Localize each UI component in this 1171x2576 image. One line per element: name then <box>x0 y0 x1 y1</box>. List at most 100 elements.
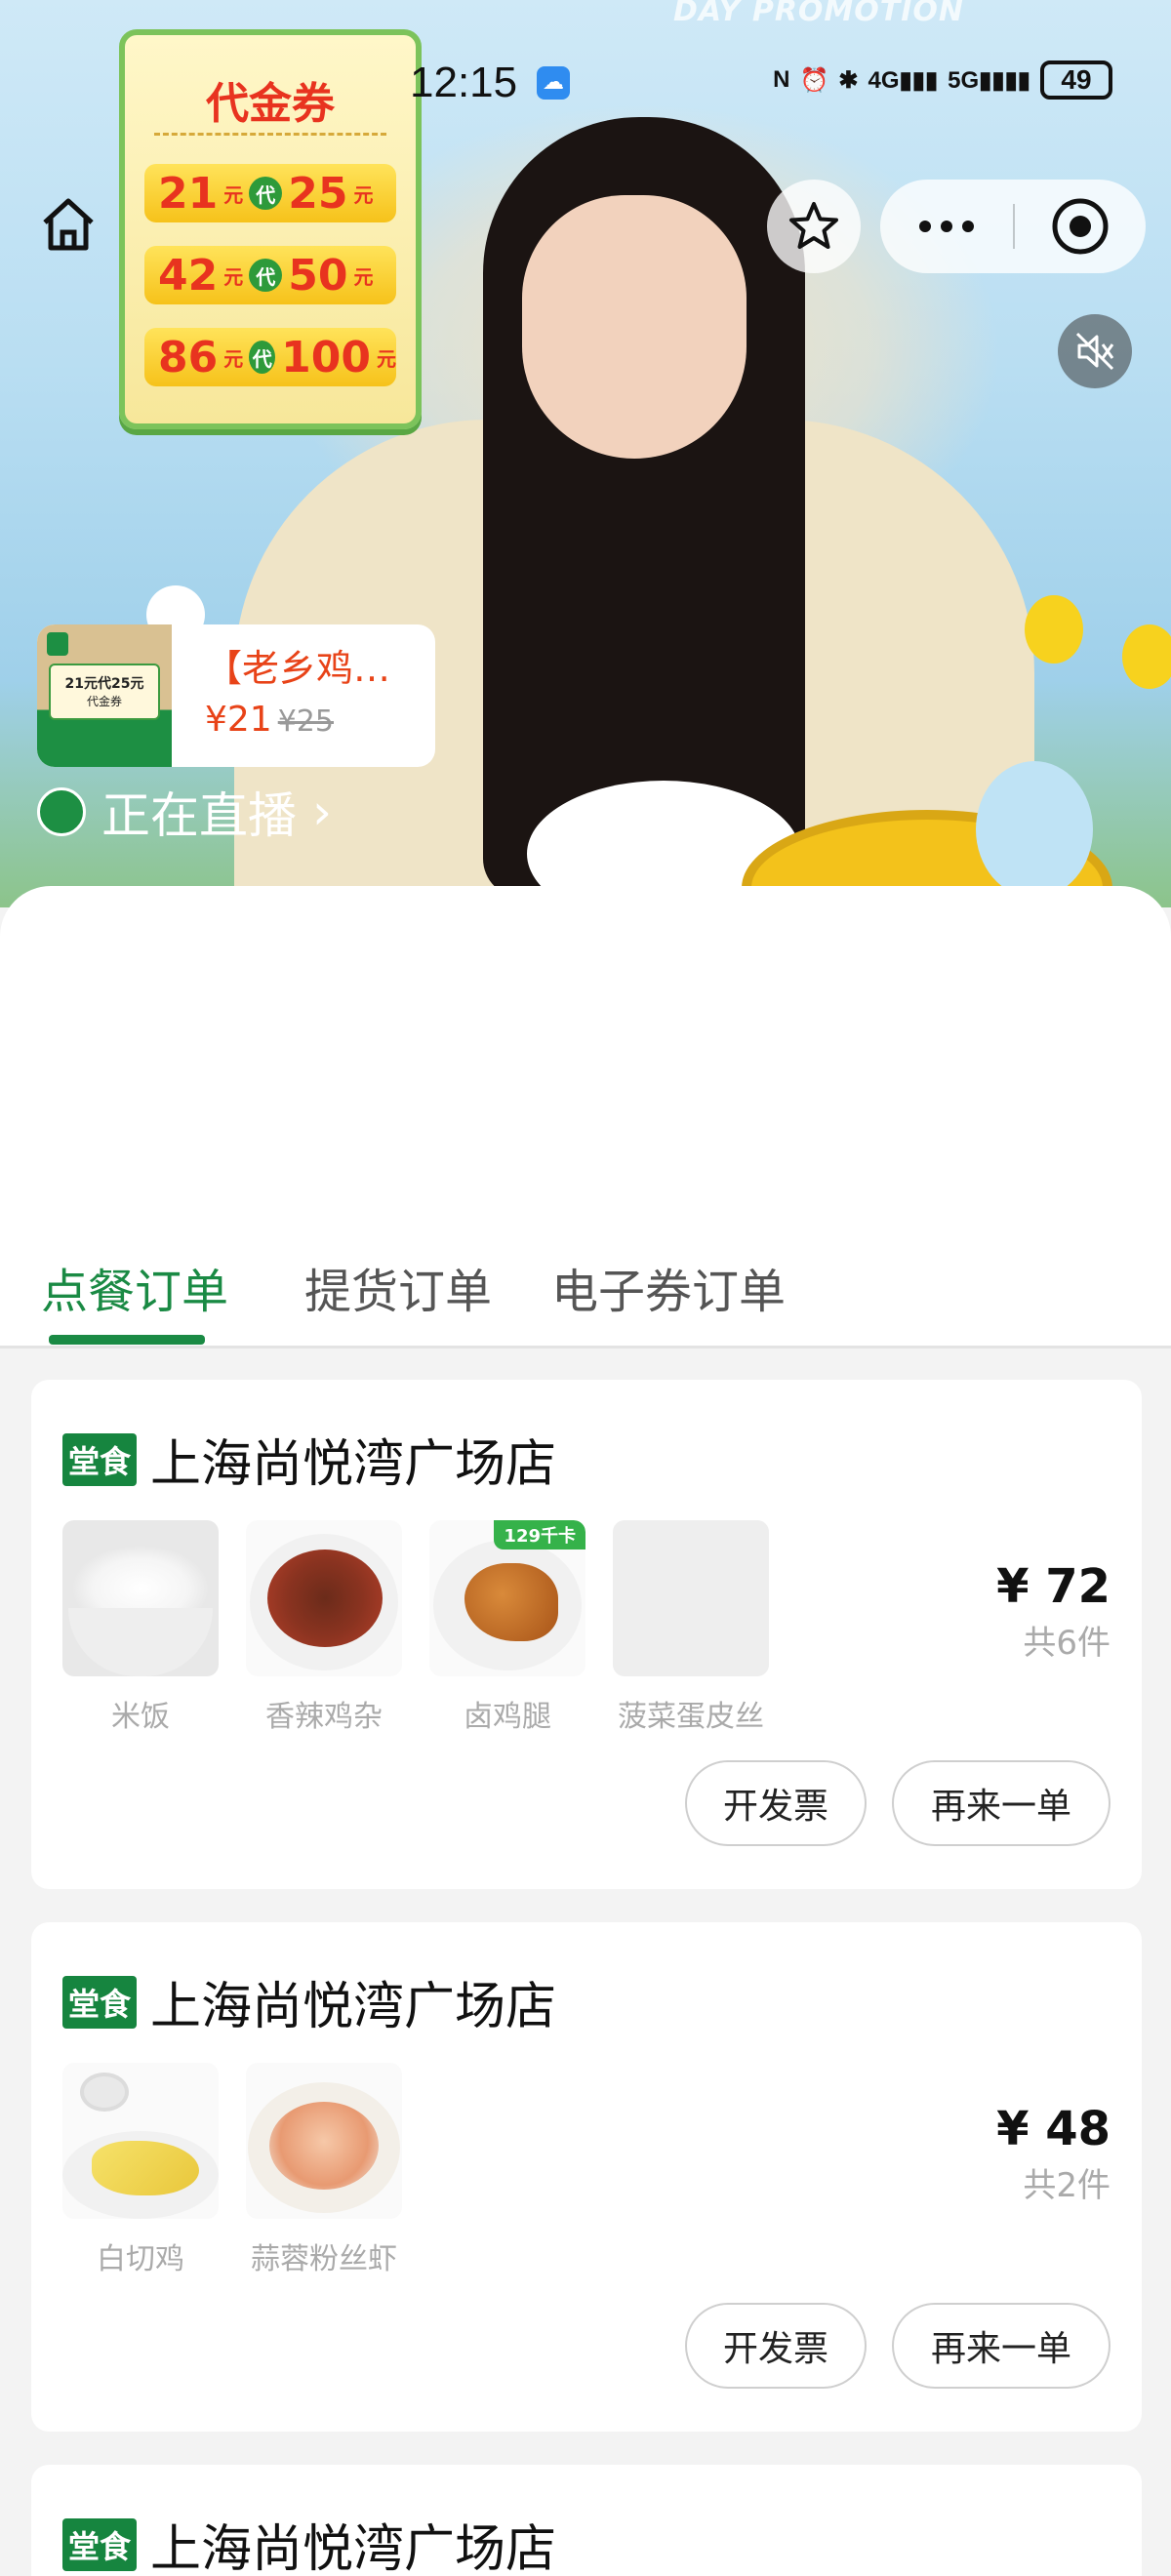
coupon-pay: 21 <box>158 168 219 219</box>
order-item: 菠菜蛋皮丝 <box>613 1520 769 1735</box>
host-face <box>522 195 747 459</box>
reorder-button[interactable]: 再来一单 <box>892 2303 1110 2389</box>
coupon-dai-badge: 代 <box>249 259 283 292</box>
tulip-decoration <box>1025 595 1083 664</box>
spicy-chicken-giblets-icon <box>246 1520 402 1676</box>
store-row: 堂食 上海尚悦湾广场店 <box>62 1423 556 1496</box>
tulip-decoration <box>1122 624 1171 689</box>
alarm-icon: ⏰ <box>799 66 829 94</box>
calorie-badge: 129千卡 <box>494 1520 586 1550</box>
product-original-price: ¥25 <box>277 704 334 739</box>
item-name: 菠菜蛋皮丝 <box>618 1700 764 1734</box>
item-name: 卤鸡腿 <box>464 1700 551 1734</box>
item-name: 香辣鸡杂 <box>265 1700 383 1734</box>
order-item-count: 共6件 <box>1023 1624 1110 1663</box>
dine-in-tag: 堂食 <box>62 2517 138 2571</box>
product-price-row: ¥21 ¥25 <box>205 700 435 740</box>
coupon-dai-badge: 代 <box>249 177 283 210</box>
close-mini-program-button[interactable] <box>1015 180 1146 273</box>
coupon-row: 42 元代 50 元 <box>144 246 396 304</box>
order-item: 129千卡 卤鸡腿 <box>429 1520 586 1735</box>
more-dots-icon <box>962 221 974 232</box>
promo-banner-text: DAY PROMOTION <box>673 0 965 28</box>
reorder-button[interactable]: 再来一单 <box>892 1760 1110 1846</box>
coupon-unit: 元 <box>353 182 374 207</box>
invoice-button[interactable]: 开发票 <box>685 2303 867 2389</box>
page: DAY PROMOTION 代金券 21 元代 25 元 42 元代 50 元 86 元代 10… <box>0 0 1171 2576</box>
mute-button[interactable] <box>1058 314 1132 388</box>
coupon-unit: 元 <box>223 182 244 207</box>
tab-dine-orders[interactable]: 点餐订单 <box>41 1253 228 1321</box>
order-card[interactable]: 堂食 上海尚悦湾广场店 白切鸡 蒜蓉粉丝虾 ¥ 48 共2件 开发票 再来一单 <box>31 1922 1142 2432</box>
coupon-unit: 元 <box>353 264 374 289</box>
live-product-card[interactable]: 21元代25元 代金券 【老乡鸡… ¥21 ¥25 <box>37 624 435 767</box>
favorite-star-button[interactable] <box>767 180 861 273</box>
coupon-pay: 86 <box>158 332 219 382</box>
egg-decoration <box>976 761 1093 898</box>
brand-logo-icon <box>37 787 86 836</box>
coupon-unit: 元 <box>223 264 244 289</box>
dine-in-tag: 堂食 <box>62 1432 138 1486</box>
thumb-coupon-text: 21元代25元 <box>64 676 144 692</box>
coupon-get: 100 <box>281 332 371 382</box>
store-row: 堂食 上海尚悦湾广场店 <box>62 2508 556 2576</box>
brand-logo-icon <box>47 632 68 656</box>
product-title: 【老乡鸡… <box>205 647 391 690</box>
coupon-unit: 元 <box>377 346 396 371</box>
live-now-label: 正在直播 <box>101 787 297 844</box>
live-video[interactable]: DAY PROMOTION 代金券 21 元代 25 元 42 元代 50 元 86 元代 10… <box>0 0 1171 907</box>
order-tabs: 点餐订单 提货订单 电子券订单 <box>0 1210 1171 1348</box>
product-price: ¥21 <box>205 700 272 740</box>
coupon-row: 21 元代 25 元 <box>144 164 396 222</box>
order-item: 白切鸡 <box>62 2063 219 2277</box>
store-row: 堂食 上海尚悦湾广场店 <box>62 1965 556 2038</box>
coupon-pay: 42 <box>158 250 219 301</box>
coupon-board-title: 代金券 <box>206 79 335 129</box>
item-name: 蒜蓉粉丝虾 <box>251 2242 397 2276</box>
bluetooth-icon: ✱ <box>838 66 859 94</box>
thumb-coupon: 21元代25元 代金券 <box>49 664 160 720</box>
order-item: 蒜蓉粉丝虾 <box>246 2063 402 2277</box>
battery-icon: 49 <box>1040 60 1112 100</box>
status-time: 12:15 <box>410 59 518 106</box>
status-icons: N ⏰ ✱ 4G▮▮▮ 5G▮▮▮▮ 49 <box>773 60 1112 100</box>
coupon-dai-badge: 代 <box>249 341 276 374</box>
more-menu-button[interactable] <box>880 180 1013 273</box>
mini-program-capsule <box>880 180 1146 273</box>
active-tab-indicator <box>49 1335 205 1345</box>
coupon-divider <box>154 133 386 136</box>
home-icon[interactable] <box>35 191 101 258</box>
order-items: 米饭 香辣鸡杂 129千卡 卤鸡腿 菠菜蛋皮丝 <box>62 1520 769 1735</box>
nfc-icon: N <box>773 66 790 93</box>
signal-5g-icon: 5G▮▮▮▮ <box>948 66 1030 94</box>
order-price: ¥ 72 <box>996 1559 1110 1614</box>
order-card[interactable]: 堂食 上海尚悦湾广场店 米饭 香辣鸡杂 129千卡 卤鸡腿 菠菜蛋皮丝 ¥ 72… <box>31 1380 1142 1889</box>
item-name: 白切鸡 <box>97 2242 184 2276</box>
order-items: 白切鸡 蒜蓉粉丝虾 <box>62 2063 402 2277</box>
order-total: ¥ 48 共2件 <box>996 2102 1110 2206</box>
live-now-link[interactable]: 正在直播 › <box>37 777 332 847</box>
dine-in-tag: 堂食 <box>62 1975 138 2029</box>
thumb-coupon-sub: 代金券 <box>86 695 122 708</box>
braised-chicken-leg-icon: 129千卡 <box>429 1520 586 1676</box>
star-icon <box>789 202 838 249</box>
order-price: ¥ 48 <box>996 2102 1110 2156</box>
store-name: 上海尚悦湾广场店 <box>150 1435 557 1494</box>
tab-e-coupon-orders[interactable]: 电子券订单 <box>551 1253 786 1321</box>
store-name: 上海尚悦湾广场店 <box>150 2520 557 2576</box>
order-item: 香辣鸡杂 <box>246 1520 402 1735</box>
coupon-get: 25 <box>288 168 348 219</box>
tab-pickup-orders[interactable]: 提货订单 <box>304 1253 492 1321</box>
weather-app-icon: ☁ <box>537 66 570 100</box>
order-item-count: 共2件 <box>1023 2166 1110 2205</box>
product-thumbnail: 21元代25元 代金券 <box>37 624 172 767</box>
speaker-muted-icon <box>1075 332 1114 371</box>
image-placeholder <box>613 1520 769 1676</box>
chevron-right-icon: › <box>312 784 332 840</box>
target-close-icon <box>1052 198 1109 255</box>
order-card[interactable]: 堂食 上海尚悦湾广场店 <box>31 2465 1142 2576</box>
product-info: 【老乡鸡… ¥21 ¥25 <box>172 624 435 767</box>
garlic-vermicelli-shrimp-icon <box>246 2063 402 2219</box>
order-total: ¥ 72 共6件 <box>996 1559 1110 1664</box>
invoice-button[interactable]: 开发票 <box>685 1760 867 1846</box>
